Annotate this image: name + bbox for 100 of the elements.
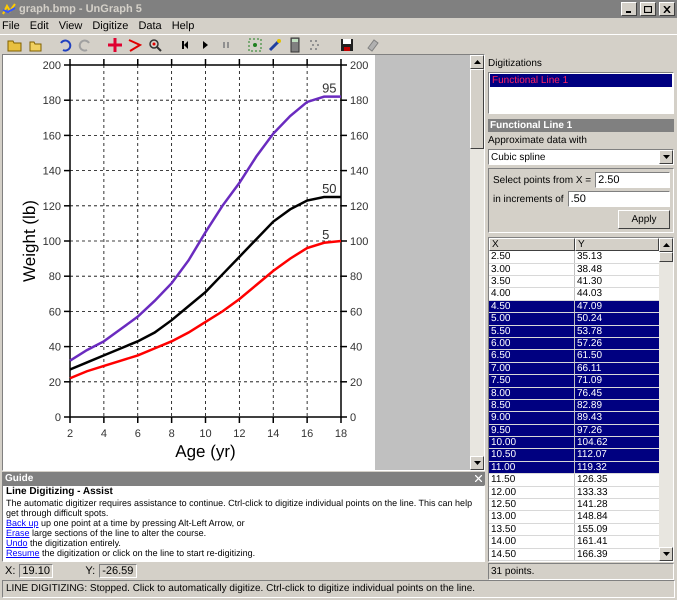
input-field[interactable]: .50 xyxy=(568,191,670,208)
select-area-icon[interactable] xyxy=(246,36,264,54)
table-row[interactable]: 2.50 35.13 xyxy=(489,251,659,264)
scroll-thumb[interactable] xyxy=(470,69,484,149)
y-tick-label: 160 xyxy=(350,130,368,142)
table-row[interactable]: 9.50 97.26 xyxy=(489,424,659,438)
table-row[interactable]: 7.00 66.11 xyxy=(489,362,659,376)
table-row[interactable]: 9.00 89.43 xyxy=(489,412,659,425)
guide-link[interactable]: Back up xyxy=(6,518,39,528)
x-tick-label: 16 xyxy=(301,428,314,440)
table-row[interactable]: 8.00 76.45 xyxy=(489,388,659,400)
table-row[interactable]: 3.50 41.30 xyxy=(489,276,659,288)
table-row[interactable]: 10.50 112.07 xyxy=(489,449,659,462)
guide-link[interactable]: Resume xyxy=(6,548,40,558)
table-cell: 5.00 xyxy=(489,313,575,325)
guide-link[interactable]: Erase xyxy=(6,528,30,538)
input-field[interactable]: 2.50 xyxy=(595,172,670,188)
scrollbar[interactable] xyxy=(470,55,484,470)
y-tick-label: 200 xyxy=(350,60,368,72)
table-row[interactable]: 14.50 166.39 xyxy=(489,548,659,561)
y-tick-label: 160 xyxy=(42,130,61,142)
x-coordinate-label: X: xyxy=(5,564,16,579)
table-row[interactable]: 11.50 126.35 xyxy=(489,474,659,487)
table-cell-text: 166.39 xyxy=(576,548,609,560)
y-tick-label: 0 xyxy=(54,412,61,424)
table-cell-text: 41.30 xyxy=(576,276,604,288)
y-tick-label: 60 xyxy=(350,306,362,318)
table-cell: 3.00 xyxy=(489,264,575,276)
y-tick-label: 40 xyxy=(350,342,362,354)
guide-link[interactable]: Undo xyxy=(6,538,28,548)
table-row[interactable]: 5.00 50.24 xyxy=(489,313,659,326)
table-cell: 5.50 xyxy=(489,326,575,337)
table-row[interactable]: 14.00 161.41 xyxy=(489,536,659,549)
y-tick-label: 180 xyxy=(42,95,61,108)
table-cell: 9.00 xyxy=(489,412,575,424)
method-dropdown[interactable]: Cubic spline xyxy=(488,149,674,166)
table-row[interactable]: 13.00 148.84 xyxy=(489,511,659,524)
guide-instruction: Resume the digitization or click on the line to start re-digitizing. xyxy=(6,548,256,558)
table-cell: 7.50 xyxy=(489,375,575,387)
table-row[interactable]: 11.00 119.32 xyxy=(489,462,659,474)
menu-item[interactable]: File xyxy=(2,18,20,34)
table-cell: 8.50 xyxy=(489,400,575,412)
menu-item[interactable]: Edit xyxy=(30,18,49,34)
section-label: Digitizations xyxy=(488,57,543,71)
menu-item[interactable]: Data xyxy=(138,18,162,34)
minimize-icon[interactable] xyxy=(621,2,637,16)
table-row[interactable]: 5.50 53.78 xyxy=(489,326,659,338)
scrollbar[interactable] xyxy=(659,238,673,561)
table-row[interactable]: 12.00 133.33 xyxy=(489,486,659,500)
table-cell: 14.50 xyxy=(489,548,575,560)
table-cell: 2.50 xyxy=(489,251,575,263)
table-cell-text: 76.45 xyxy=(576,388,604,399)
y-tick-label: 200 xyxy=(42,60,61,72)
table-cell-text: 66.11 xyxy=(576,362,602,374)
field-label: Select points from X = xyxy=(492,174,592,188)
column-header[interactable]: Y xyxy=(575,238,659,252)
table-cell-text: 44.03 xyxy=(576,288,604,300)
table-row[interactable]: 3.00 38.48 xyxy=(489,264,659,276)
column-header[interactable]: X xyxy=(489,238,575,252)
table-cell: 11.50 xyxy=(489,474,575,486)
y-tick-label: 120 xyxy=(350,200,368,213)
x-tick-label: 4 xyxy=(100,428,107,440)
y-coordinate-value: -26.59 xyxy=(99,564,138,578)
points-count: 31 points. xyxy=(488,563,674,580)
line-label: 50 xyxy=(322,181,337,196)
x-tick-label: 18 xyxy=(334,428,348,440)
maximize-icon[interactable] xyxy=(640,2,656,16)
y-tick-label: 60 xyxy=(48,306,61,318)
y-tick-label: 120 xyxy=(42,200,61,213)
guide-instruction: Back up up one point at a time by pressing Alt-Left Arrow, or xyxy=(6,518,245,528)
table-row[interactable]: 8.50 82.89 xyxy=(489,400,659,412)
table-row[interactable]: 6.50 61.50 xyxy=(489,350,659,363)
crosshair-icon[interactable] xyxy=(106,36,124,54)
table-row[interactable]: 7.50 71.09 xyxy=(489,375,659,388)
table-cell: 12.50 xyxy=(489,499,575,510)
table-cell: 13.50 xyxy=(489,524,575,536)
scroll-thumb[interactable] xyxy=(659,252,673,262)
table-row[interactable]: 12.50 141.28 xyxy=(489,499,659,512)
y-coordinate-label: Y: xyxy=(85,564,96,579)
apply-button[interactable]: Apply xyxy=(618,210,670,230)
y-tick-label: 80 xyxy=(48,271,61,284)
menu-item[interactable]: Digitize xyxy=(92,18,128,34)
table-row[interactable]: 4.00 44.03 xyxy=(489,288,659,301)
table-cell: 4.00 xyxy=(489,288,575,300)
table-row[interactable]: 10.00 104.62 xyxy=(489,437,659,450)
close-icon[interactable] xyxy=(659,2,675,16)
table-cell-text: 71.09 xyxy=(576,375,604,387)
list-item[interactable]: Functional Line 1 xyxy=(490,74,672,87)
table-row[interactable]: 6.00 57.26 xyxy=(489,338,659,350)
table-cell: 12.00 xyxy=(489,486,575,498)
table-row[interactable]: 4.50 47.09 xyxy=(489,300,659,314)
menu-item[interactable]: View xyxy=(58,18,82,34)
table-cell-text: 141.28 xyxy=(576,499,609,510)
table-cell: 9.50 xyxy=(489,424,575,436)
y-tick-label: 0 xyxy=(350,412,356,424)
menu-item[interactable]: Help xyxy=(172,18,194,34)
table-row[interactable]: 13.50 155.09 xyxy=(489,524,659,536)
table-cell: 6.00 xyxy=(489,338,575,350)
panel-title: Guide xyxy=(5,472,34,486)
table-cell-text: 47.09 xyxy=(576,300,604,312)
